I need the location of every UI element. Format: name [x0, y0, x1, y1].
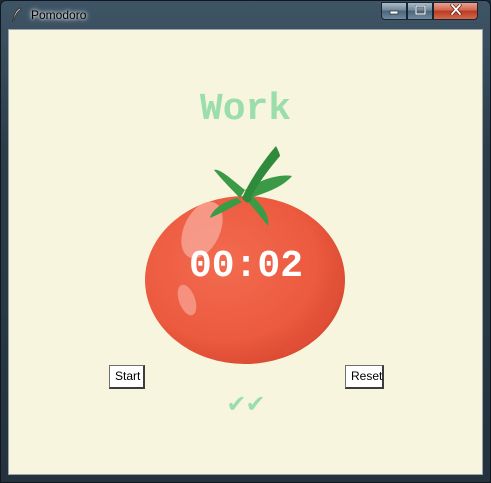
checkmarks: ✔✔ [226, 390, 265, 418]
minimize-button[interactable] [381, 2, 407, 20]
app-canvas: Work 00:02 Start Reset ✔✔ [8, 29, 483, 475]
close-button[interactable] [433, 2, 478, 20]
mode-title: Work [199, 88, 292, 131]
minimize-icon [389, 2, 399, 20]
close-icon [449, 2, 462, 20]
maximize-button[interactable] [407, 2, 433, 20]
feather-icon [9, 7, 25, 23]
title-bar[interactable]: Pomodoro [1, 1, 490, 29]
reset-button[interactable]: Reset [345, 365, 384, 389]
timer-display: 00:02 [188, 245, 304, 288]
app-window: Pomodoro Work 00:02 Start Reset ✔✔ [0, 0, 491, 483]
window-title: Pomodoro [31, 8, 87, 22]
start-button[interactable]: Start [109, 365, 145, 389]
maximize-icon [414, 2, 426, 20]
